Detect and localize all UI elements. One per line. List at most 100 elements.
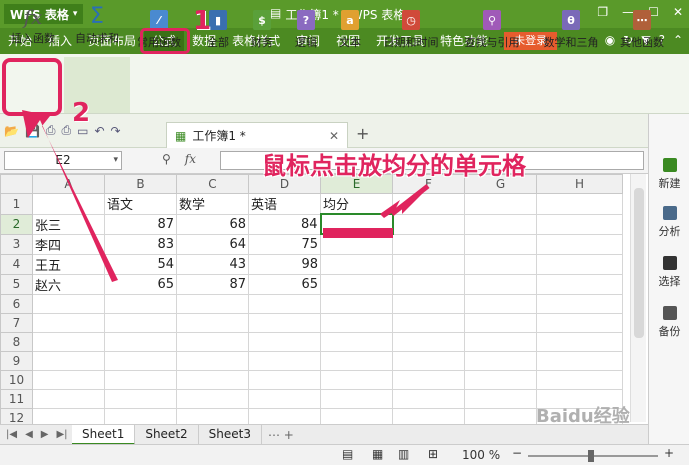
vertical-scrollbar[interactable] [630, 174, 646, 422]
cell-h3[interactable] [536, 233, 623, 255]
side-new-button[interactable]: 新建 [649, 158, 689, 191]
zoom-search-icon[interactable]: ⚲ [162, 152, 171, 166]
cell-g6[interactable] [464, 293, 537, 314]
formula-fx-icon[interactable]: fx [185, 152, 196, 166]
cell-f1[interactable] [392, 193, 465, 215]
cell-b3[interactable]: 83 [104, 233, 177, 255]
column-header-b[interactable]: B [104, 174, 177, 194]
column-header-a[interactable]: A [32, 174, 105, 194]
cell-a6[interactable] [32, 293, 105, 314]
new-tab-button[interactable]: + [356, 124, 369, 143]
row-header-8[interactable]: 8 [0, 331, 33, 352]
other-functions-button[interactable]: ⋯ 其他函数 [614, 4, 670, 58]
cell-e9[interactable] [320, 350, 393, 371]
cell-a1[interactable] [32, 193, 105, 215]
math-button[interactable]: θ 数学和三角 [536, 4, 606, 58]
first-sheet-icon[interactable]: |◀ [6, 429, 17, 440]
cell-f3[interactable] [392, 233, 465, 255]
logic-button[interactable]: ? 逻辑 [288, 4, 324, 58]
cell-c2[interactable]: 68 [176, 213, 249, 235]
cell-d1[interactable]: 英语 [248, 193, 321, 215]
undo-icon[interactable]: ↶ [94, 124, 104, 138]
redo-icon[interactable]: ↷ [111, 124, 121, 138]
cell-b6[interactable] [104, 293, 177, 314]
cell-e8[interactable] [320, 331, 393, 352]
cell-c5[interactable]: 87 [176, 273, 249, 295]
column-header-h[interactable]: H [536, 174, 623, 194]
row-header-11[interactable]: 11 [0, 388, 33, 409]
cell-b8[interactable] [104, 331, 177, 352]
document-tab[interactable]: ▦ 工作簿1 * ✕ [166, 122, 348, 148]
cell-f4[interactable] [392, 253, 465, 275]
zoom-in-icon[interactable]: + [664, 446, 674, 460]
cell-e11[interactable] [320, 388, 393, 409]
cell-g1[interactable] [464, 193, 537, 215]
cell-h9[interactable] [536, 350, 623, 371]
cell-f2[interactable] [392, 213, 465, 235]
row-header-1[interactable]: 1 [0, 193, 33, 215]
cell-b7[interactable] [104, 312, 177, 333]
row-header-2[interactable]: 2 [0, 213, 33, 235]
cell-e10[interactable] [320, 369, 393, 390]
zoom-slider-thumb[interactable] [588, 450, 594, 462]
cell-a8[interactable] [32, 331, 105, 352]
row-header-4[interactable]: 4 [0, 253, 33, 275]
cell-a4[interactable]: 王五 [32, 253, 105, 275]
cell-a7[interactable] [32, 312, 105, 333]
sheet-tab-1[interactable]: Sheet1 [72, 424, 136, 445]
cell-g10[interactable] [464, 369, 537, 390]
prev-sheet-icon[interactable]: ◀ [25, 429, 33, 440]
cell-c11[interactable] [176, 388, 249, 409]
cell-h10[interactable] [536, 369, 623, 390]
cell-d10[interactable] [248, 369, 321, 390]
last-sheet-icon[interactable]: ▶| [56, 429, 67, 440]
cell-h5[interactable] [536, 273, 623, 295]
cell-c8[interactable] [176, 331, 249, 352]
export-icon[interactable]: ⎙ [46, 123, 56, 138]
zoom-out-icon[interactable]: − [512, 446, 522, 460]
cell-h8[interactable] [536, 331, 623, 352]
print-icon[interactable]: ⎙ [62, 123, 72, 138]
cell-b5[interactable]: 65 [104, 273, 177, 295]
cell-e6[interactable] [320, 293, 393, 314]
select-all-corner[interactable] [0, 174, 33, 194]
cell-h2[interactable] [536, 213, 623, 235]
cell-f6[interactable] [392, 293, 465, 314]
cell-h6[interactable] [536, 293, 623, 314]
text-button[interactable]: a 文本 [332, 4, 368, 58]
side-select-button[interactable]: 选择 [649, 256, 689, 289]
cell-d7[interactable] [248, 312, 321, 333]
cell-b2[interactable]: 87 [104, 213, 177, 235]
sheet-tab-2[interactable]: Sheet2 [135, 424, 199, 445]
open-icon[interactable]: 📂 [4, 124, 19, 138]
row-header-5[interactable]: 5 [0, 273, 33, 295]
cell-a2[interactable]: 张三 [32, 213, 105, 235]
cell-h7[interactable] [536, 312, 623, 333]
cell-c4[interactable]: 43 [176, 253, 249, 275]
cell-f9[interactable] [392, 350, 465, 371]
cell-d6[interactable] [248, 293, 321, 314]
next-sheet-icon[interactable]: ▶ [41, 429, 49, 440]
cell-d3[interactable]: 75 [248, 233, 321, 255]
grid-view-icon[interactable]: ⊞ [428, 447, 438, 461]
cell-f8[interactable] [392, 331, 465, 352]
cell-d9[interactable] [248, 350, 321, 371]
cell-d8[interactable] [248, 331, 321, 352]
row-header-7[interactable]: 7 [0, 312, 33, 333]
datetime-button[interactable]: ◷ 日期和时间 [376, 4, 446, 58]
add-sheet-button[interactable]: ⋯ + [262, 428, 300, 442]
cell-b4[interactable]: 54 [104, 253, 177, 275]
insert-function-button[interactable]: fx 插入函数 [6, 4, 60, 58]
cell-a9[interactable] [32, 350, 105, 371]
finance-button[interactable]: $ 财务 [244, 4, 280, 58]
cell-b9[interactable] [104, 350, 177, 371]
close-icon[interactable]: ✕ [673, 5, 683, 19]
normal-view-icon[interactable]: ▤ [342, 447, 353, 461]
collapse-icon[interactable]: ⌃ [673, 33, 683, 47]
cell-d11[interactable] [248, 388, 321, 409]
autosum-button[interactable]: Σ 自动求和 [64, 4, 130, 58]
cell-c10[interactable] [176, 369, 249, 390]
lookup-button[interactable]: ⚲ 查找与引用 [456, 4, 528, 58]
cell-c7[interactable] [176, 312, 249, 333]
cell-g5[interactable] [464, 273, 537, 295]
